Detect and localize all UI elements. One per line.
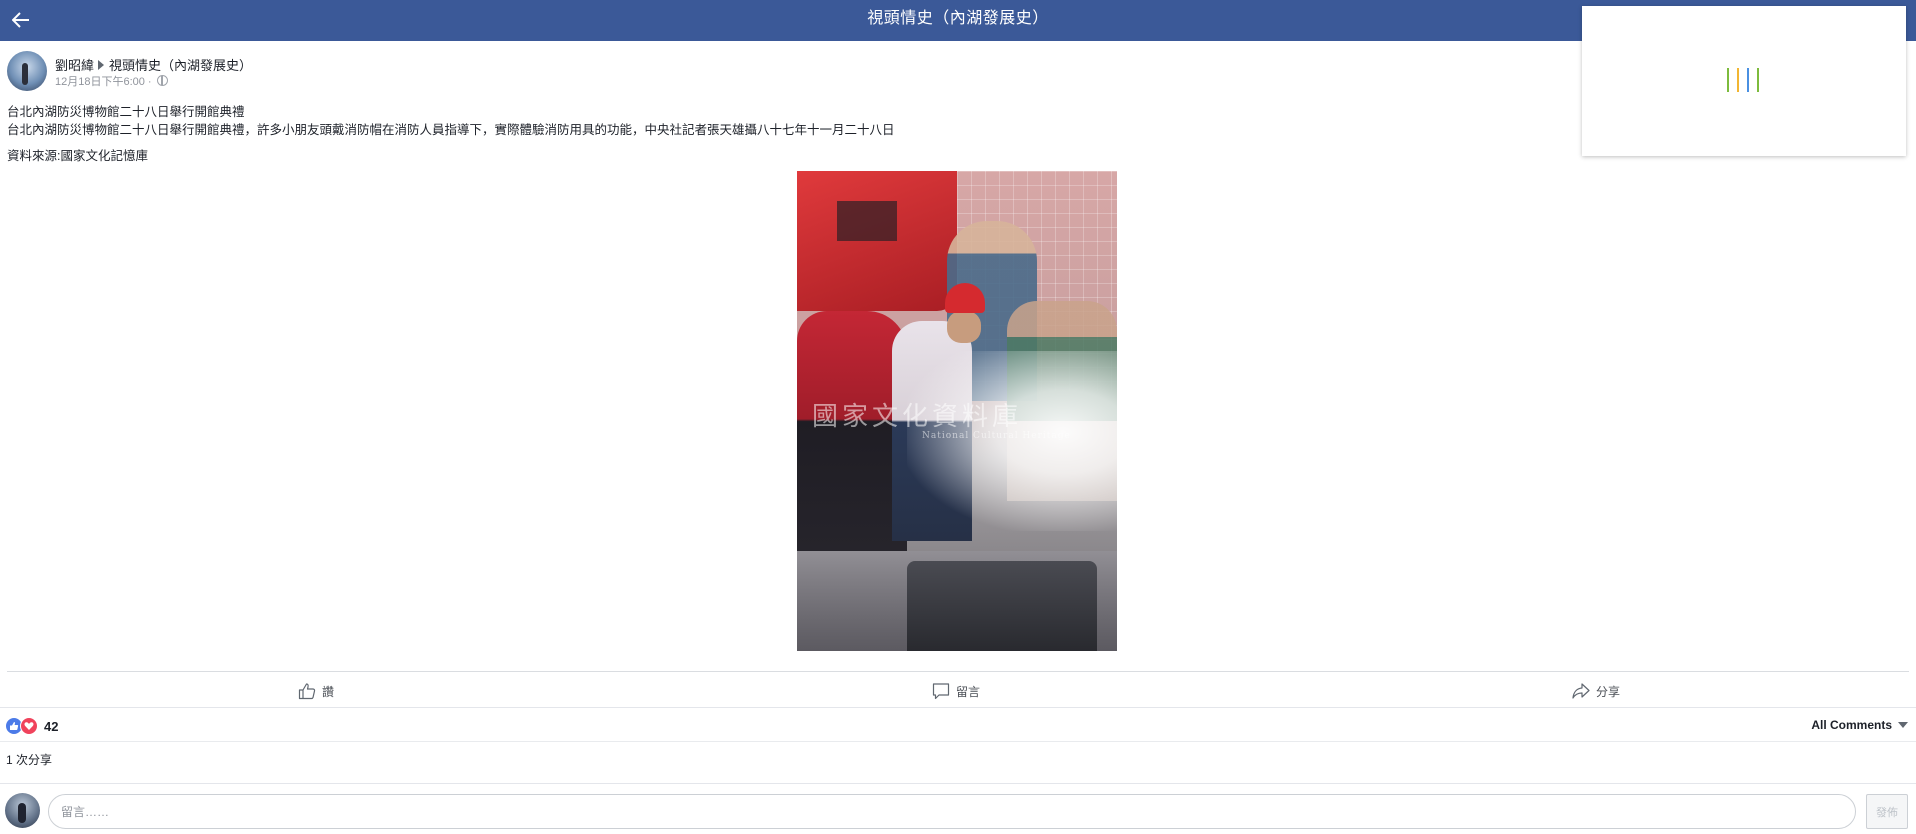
divider xyxy=(7,671,1909,672)
post-body: 台北內湖防災博物館二十八日舉行開館典禮 台北內湖防災博物館二十八日舉行開館典禮，… xyxy=(7,103,895,139)
group-name-link[interactable]: 視頭情史（內湖發展史） xyxy=(109,58,252,73)
loading-bar xyxy=(1727,68,1729,92)
share-label: 分享 xyxy=(1596,684,1621,699)
divider xyxy=(0,783,1916,784)
author-name-link[interactable]: 劉昭緯 xyxy=(55,58,94,73)
share-count-link[interactable]: 1 次分享 xyxy=(6,751,52,768)
post-line: 台北內湖防災博物館二十八日舉行開館典禮 xyxy=(7,105,245,119)
watermark-subtext: National Cultural Heritage xyxy=(922,431,1071,441)
post-comment-button[interactable]: 發佈 xyxy=(1866,794,1908,829)
comment-filter-dropdown[interactable]: All Comments xyxy=(1811,718,1908,732)
speech-bubble-icon xyxy=(932,683,950,700)
globe-icon xyxy=(156,75,168,86)
loading-bar xyxy=(1737,68,1739,92)
reaction-count: 42 xyxy=(44,718,59,734)
divider xyxy=(0,741,1916,742)
post-line: 台北內湖防災博物館二十八日舉行開館典禮，許多小朋友頭戴消防帽在消防人員指導下，實… xyxy=(7,123,895,137)
viewer-avatar xyxy=(5,793,40,828)
comment-button[interactable]: 留言 xyxy=(932,680,980,702)
comment-filter-label: All Comments xyxy=(1811,718,1892,732)
comment-input[interactable] xyxy=(48,794,1856,829)
like-label: 讚 xyxy=(322,684,335,699)
post-time-text: 12月18日下午6:00 · xyxy=(55,76,152,88)
post-author-line: 劉昭緯 視頭情史（內湖發展史） xyxy=(55,55,252,74)
comment-label: 留言 xyxy=(956,684,981,699)
share-button[interactable]: 分享 xyxy=(1572,680,1620,702)
post-timestamp[interactable]: 12月18日下午6:00 · xyxy=(55,73,168,89)
thumbs-up-icon xyxy=(298,683,316,700)
caret-right-icon xyxy=(98,60,105,70)
author-avatar[interactable] xyxy=(7,51,47,91)
reactions-summary[interactable]: 42 xyxy=(5,717,58,735)
watermark-text: 國家文化資料庫 xyxy=(812,402,1023,432)
post-photo[interactable]: 國家文化資料庫 National Cultural Heritage xyxy=(797,171,1117,651)
share-arrow-icon xyxy=(1572,683,1590,699)
caret-down-icon xyxy=(1898,722,1908,728)
loading-panel xyxy=(1582,6,1906,156)
loading-bar xyxy=(1757,68,1759,92)
divider xyxy=(0,707,1916,708)
love-reaction-icon xyxy=(20,717,38,735)
post-source: 資料來源:國家文化記憶庫 xyxy=(7,149,148,163)
like-button[interactable]: 讚 xyxy=(298,680,334,702)
loading-spinner-icon xyxy=(1727,68,1767,98)
photo-watermark: 國家文化資料庫 National Cultural Heritage xyxy=(812,396,1112,441)
loading-bar xyxy=(1747,68,1749,92)
